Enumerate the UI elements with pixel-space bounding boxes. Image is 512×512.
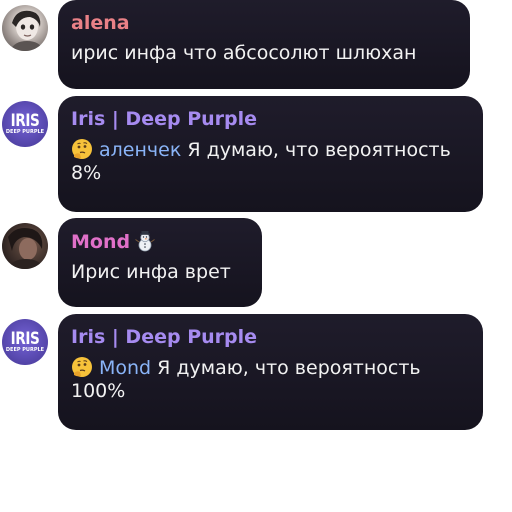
avatar-alena[interactable]: [2, 5, 48, 51]
avatar-iris[interactable]: IRIS DEEP PURPLE: [2, 319, 48, 365]
message-bubble: Mond Ирис инфа врет: [58, 218, 262, 307]
iris-logo-text: IRIS: [10, 329, 40, 349]
author-name[interactable]: Iris | Deep Purple: [71, 326, 469, 348]
portrait-image: [8, 228, 44, 269]
message-text: Mond Я думаю, что вероятность 100%: [71, 356, 469, 403]
author-name-row: Mond: [71, 230, 248, 253]
portrait-image: [10, 10, 44, 51]
author-name[interactable]: alena: [71, 12, 456, 34]
thinking-face-icon: [72, 139, 92, 159]
message-text: аленчек Я думаю, что вероятность 8%: [71, 138, 469, 185]
avatar-mond[interactable]: [2, 223, 48, 269]
thinking-face-icon: [72, 357, 92, 377]
iris-logo-text: IRIS: [10, 111, 40, 131]
mention-link[interactable]: аленчек: [99, 139, 181, 161]
message-bubble: Iris | Deep Purple Mond Я думаю, что вер…: [58, 314, 483, 430]
message-bubble: Iris | Deep Purple аленчек Я думаю, что …: [58, 96, 483, 212]
author-name[interactable]: Iris | Deep Purple: [71, 108, 469, 130]
author-name[interactable]: Mond: [71, 231, 130, 253]
message-text: ирис инфа что абсосолют шлюхан: [71, 42, 417, 64]
message-text: Ирис инфа врет: [71, 261, 231, 283]
avatar-iris[interactable]: IRIS DEEP PURPLE: [2, 101, 48, 147]
snowman-icon: [135, 231, 155, 252]
mention-link[interactable]: Mond: [99, 357, 151, 379]
chat-log: alena ирис инфа что абсосолют шлюхан IRI…: [0, 0, 512, 512]
message-bubble: alena ирис инфа что абсосолют шлюхан: [58, 0, 470, 89]
